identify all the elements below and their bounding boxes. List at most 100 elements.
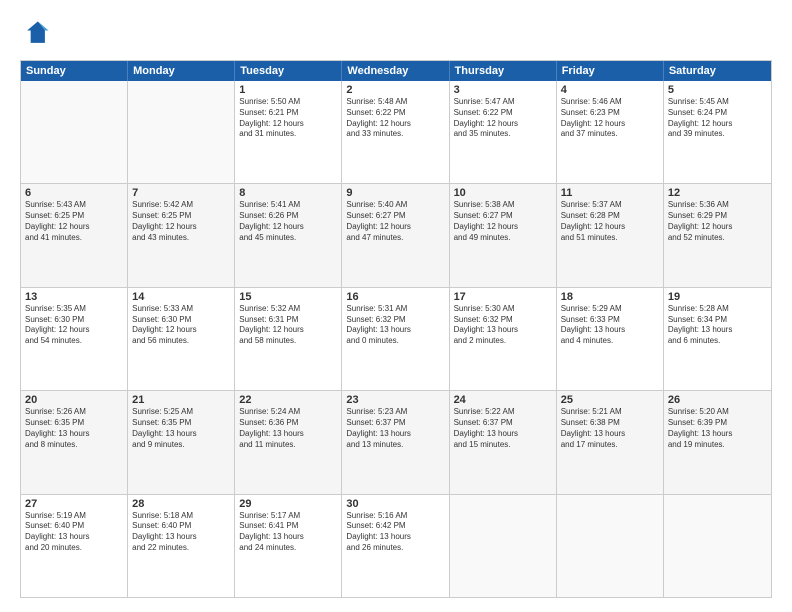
calendar-cell-r3c0: 20Sunrise: 5:26 AM Sunset: 6:35 PM Dayli… — [21, 391, 128, 493]
day-number: 15 — [239, 291, 337, 303]
cell-info: Sunrise: 5:41 AM Sunset: 6:26 PM Dayligh… — [239, 200, 337, 243]
cell-info: Sunrise: 5:37 AM Sunset: 6:28 PM Dayligh… — [561, 200, 659, 243]
cell-info: Sunrise: 5:50 AM Sunset: 6:21 PM Dayligh… — [239, 97, 337, 140]
day-number: 19 — [668, 291, 767, 303]
calendar-cell-r1c5: 11Sunrise: 5:37 AM Sunset: 6:28 PM Dayli… — [557, 184, 664, 286]
calendar-cell-r4c6 — [664, 495, 771, 597]
cell-info: Sunrise: 5:17 AM Sunset: 6:41 PM Dayligh… — [239, 511, 337, 554]
calendar-cell-r4c0: 27Sunrise: 5:19 AM Sunset: 6:40 PM Dayli… — [21, 495, 128, 597]
calendar-cell-r3c5: 25Sunrise: 5:21 AM Sunset: 6:38 PM Dayli… — [557, 391, 664, 493]
cell-info: Sunrise: 5:30 AM Sunset: 6:32 PM Dayligh… — [454, 304, 552, 347]
day-number: 13 — [25, 291, 123, 303]
calendar: SundayMondayTuesdayWednesdayThursdayFrid… — [20, 60, 772, 598]
calendar-row-4: 27Sunrise: 5:19 AM Sunset: 6:40 PM Dayli… — [21, 495, 771, 597]
calendar-cell-r2c5: 18Sunrise: 5:29 AM Sunset: 6:33 PM Dayli… — [557, 288, 664, 390]
cell-info: Sunrise: 5:33 AM Sunset: 6:30 PM Dayligh… — [132, 304, 230, 347]
cell-info: Sunrise: 5:16 AM Sunset: 6:42 PM Dayligh… — [346, 511, 444, 554]
header-day-tuesday: Tuesday — [235, 61, 342, 81]
day-number: 22 — [239, 394, 337, 406]
day-number: 1 — [239, 84, 337, 96]
day-number: 27 — [25, 498, 123, 510]
cell-info: Sunrise: 5:48 AM Sunset: 6:22 PM Dayligh… — [346, 97, 444, 140]
header-day-thursday: Thursday — [450, 61, 557, 81]
calendar-cell-r0c3: 2Sunrise: 5:48 AM Sunset: 6:22 PM Daylig… — [342, 81, 449, 183]
calendar-cell-r3c2: 22Sunrise: 5:24 AM Sunset: 6:36 PM Dayli… — [235, 391, 342, 493]
day-number: 26 — [668, 394, 767, 406]
logo-icon — [20, 18, 52, 50]
day-number: 3 — [454, 84, 552, 96]
calendar-cell-r1c6: 12Sunrise: 5:36 AM Sunset: 6:29 PM Dayli… — [664, 184, 771, 286]
cell-info: Sunrise: 5:43 AM Sunset: 6:25 PM Dayligh… — [25, 200, 123, 243]
calendar-cell-r2c2: 15Sunrise: 5:32 AM Sunset: 6:31 PM Dayli… — [235, 288, 342, 390]
cell-info: Sunrise: 5:45 AM Sunset: 6:24 PM Dayligh… — [668, 97, 767, 140]
header-day-monday: Monday — [128, 61, 235, 81]
logo — [20, 18, 56, 50]
cell-info: Sunrise: 5:32 AM Sunset: 6:31 PM Dayligh… — [239, 304, 337, 347]
calendar-cell-r0c4: 3Sunrise: 5:47 AM Sunset: 6:22 PM Daylig… — [450, 81, 557, 183]
header — [20, 18, 772, 50]
calendar-header: SundayMondayTuesdayWednesdayThursdayFrid… — [21, 61, 771, 81]
day-number: 21 — [132, 394, 230, 406]
calendar-cell-r1c1: 7Sunrise: 5:42 AM Sunset: 6:25 PM Daylig… — [128, 184, 235, 286]
header-day-wednesday: Wednesday — [342, 61, 449, 81]
cell-info: Sunrise: 5:25 AM Sunset: 6:35 PM Dayligh… — [132, 407, 230, 450]
cell-info: Sunrise: 5:31 AM Sunset: 6:32 PM Dayligh… — [346, 304, 444, 347]
cell-info: Sunrise: 5:21 AM Sunset: 6:38 PM Dayligh… — [561, 407, 659, 450]
calendar-body: 1Sunrise: 5:50 AM Sunset: 6:21 PM Daylig… — [21, 81, 771, 597]
calendar-row-0: 1Sunrise: 5:50 AM Sunset: 6:21 PM Daylig… — [21, 81, 771, 184]
calendar-cell-r0c6: 5Sunrise: 5:45 AM Sunset: 6:24 PM Daylig… — [664, 81, 771, 183]
calendar-cell-r3c6: 26Sunrise: 5:20 AM Sunset: 6:39 PM Dayli… — [664, 391, 771, 493]
day-number: 12 — [668, 187, 767, 199]
calendar-row-1: 6Sunrise: 5:43 AM Sunset: 6:25 PM Daylig… — [21, 184, 771, 287]
calendar-cell-r2c0: 13Sunrise: 5:35 AM Sunset: 6:30 PM Dayli… — [21, 288, 128, 390]
calendar-cell-r1c2: 8Sunrise: 5:41 AM Sunset: 6:26 PM Daylig… — [235, 184, 342, 286]
calendar-cell-r0c5: 4Sunrise: 5:46 AM Sunset: 6:23 PM Daylig… — [557, 81, 664, 183]
calendar-cell-r2c4: 17Sunrise: 5:30 AM Sunset: 6:32 PM Dayli… — [450, 288, 557, 390]
day-number: 6 — [25, 187, 123, 199]
calendar-cell-r0c0 — [21, 81, 128, 183]
day-number: 25 — [561, 394, 659, 406]
day-number: 14 — [132, 291, 230, 303]
calendar-cell-r1c4: 10Sunrise: 5:38 AM Sunset: 6:27 PM Dayli… — [450, 184, 557, 286]
cell-info: Sunrise: 5:26 AM Sunset: 6:35 PM Dayligh… — [25, 407, 123, 450]
calendar-cell-r1c3: 9Sunrise: 5:40 AM Sunset: 6:27 PM Daylig… — [342, 184, 449, 286]
page: SundayMondayTuesdayWednesdayThursdayFrid… — [0, 0, 792, 612]
day-number: 30 — [346, 498, 444, 510]
day-number: 9 — [346, 187, 444, 199]
day-number: 24 — [454, 394, 552, 406]
cell-info: Sunrise: 5:38 AM Sunset: 6:27 PM Dayligh… — [454, 200, 552, 243]
calendar-cell-r2c1: 14Sunrise: 5:33 AM Sunset: 6:30 PM Dayli… — [128, 288, 235, 390]
calendar-cell-r4c2: 29Sunrise: 5:17 AM Sunset: 6:41 PM Dayli… — [235, 495, 342, 597]
calendar-row-2: 13Sunrise: 5:35 AM Sunset: 6:30 PM Dayli… — [21, 288, 771, 391]
calendar-cell-r3c4: 24Sunrise: 5:22 AM Sunset: 6:37 PM Dayli… — [450, 391, 557, 493]
cell-info: Sunrise: 5:18 AM Sunset: 6:40 PM Dayligh… — [132, 511, 230, 554]
day-number: 4 — [561, 84, 659, 96]
cell-info: Sunrise: 5:22 AM Sunset: 6:37 PM Dayligh… — [454, 407, 552, 450]
day-number: 7 — [132, 187, 230, 199]
header-day-saturday: Saturday — [664, 61, 771, 81]
cell-info: Sunrise: 5:24 AM Sunset: 6:36 PM Dayligh… — [239, 407, 337, 450]
day-number: 10 — [454, 187, 552, 199]
cell-info: Sunrise: 5:20 AM Sunset: 6:39 PM Dayligh… — [668, 407, 767, 450]
calendar-cell-r4c5 — [557, 495, 664, 597]
calendar-cell-r0c2: 1Sunrise: 5:50 AM Sunset: 6:21 PM Daylig… — [235, 81, 342, 183]
calendar-cell-r4c3: 30Sunrise: 5:16 AM Sunset: 6:42 PM Dayli… — [342, 495, 449, 597]
day-number: 18 — [561, 291, 659, 303]
cell-info: Sunrise: 5:28 AM Sunset: 6:34 PM Dayligh… — [668, 304, 767, 347]
day-number: 28 — [132, 498, 230, 510]
calendar-row-3: 20Sunrise: 5:26 AM Sunset: 6:35 PM Dayli… — [21, 391, 771, 494]
day-number: 23 — [346, 394, 444, 406]
calendar-cell-r4c1: 28Sunrise: 5:18 AM Sunset: 6:40 PM Dayli… — [128, 495, 235, 597]
cell-info: Sunrise: 5:19 AM Sunset: 6:40 PM Dayligh… — [25, 511, 123, 554]
day-number: 5 — [668, 84, 767, 96]
cell-info: Sunrise: 5:35 AM Sunset: 6:30 PM Dayligh… — [25, 304, 123, 347]
calendar-cell-r3c3: 23Sunrise: 5:23 AM Sunset: 6:37 PM Dayli… — [342, 391, 449, 493]
calendar-cell-r3c1: 21Sunrise: 5:25 AM Sunset: 6:35 PM Dayli… — [128, 391, 235, 493]
calendar-cell-r0c1 — [128, 81, 235, 183]
calendar-cell-r2c3: 16Sunrise: 5:31 AM Sunset: 6:32 PM Dayli… — [342, 288, 449, 390]
cell-info: Sunrise: 5:46 AM Sunset: 6:23 PM Dayligh… — [561, 97, 659, 140]
day-number: 11 — [561, 187, 659, 199]
day-number: 8 — [239, 187, 337, 199]
calendar-cell-r2c6: 19Sunrise: 5:28 AM Sunset: 6:34 PM Dayli… — [664, 288, 771, 390]
calendar-cell-r1c0: 6Sunrise: 5:43 AM Sunset: 6:25 PM Daylig… — [21, 184, 128, 286]
